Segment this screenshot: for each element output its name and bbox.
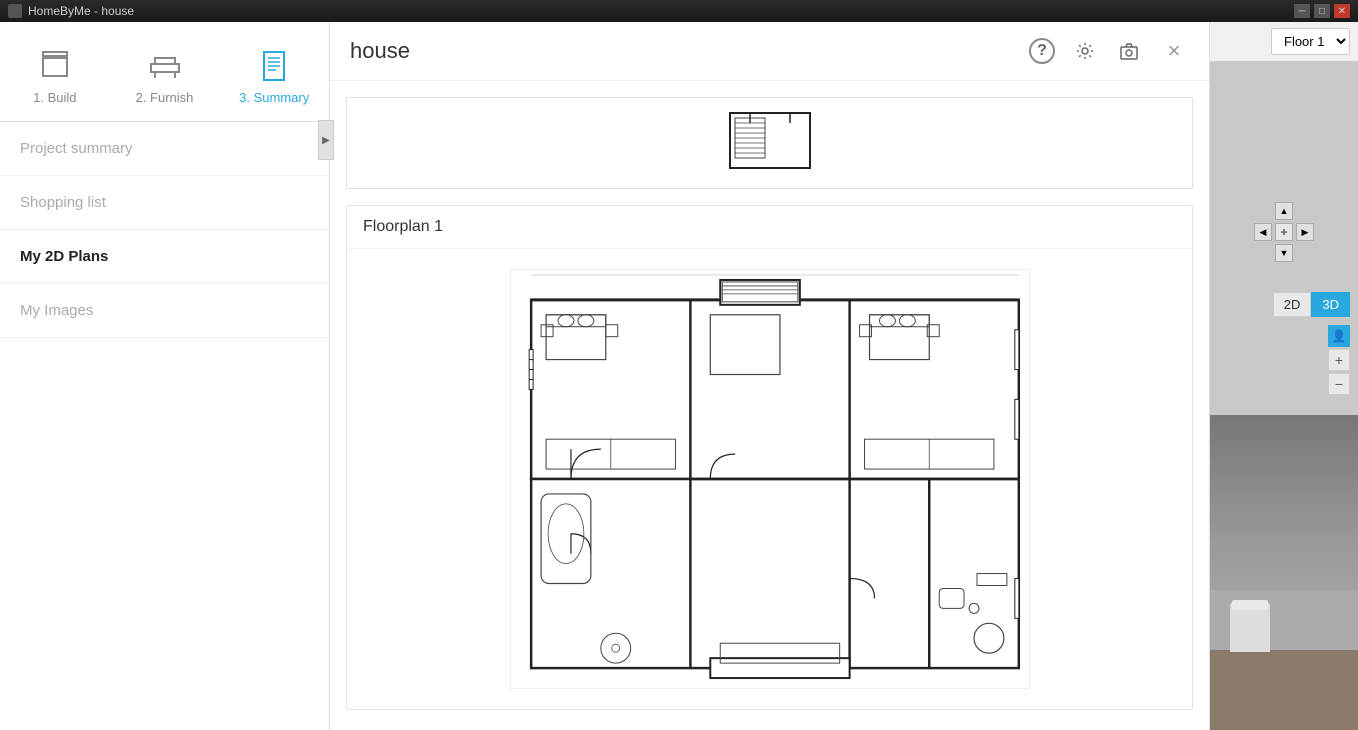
close-button[interactable]: ✕ (1334, 4, 1350, 18)
person-icon[interactable]: 👤 (1328, 325, 1350, 347)
header-icons: ? × (1029, 36, 1189, 66)
summary-icon (256, 48, 292, 84)
modal-title: house (350, 38, 410, 64)
settings-button[interactable] (1071, 37, 1099, 65)
mini-floorplan-body (347, 98, 1192, 188)
modal-header: house ? (330, 22, 1209, 81)
tab-build-label: 1. Build (33, 90, 76, 105)
tab-bar: 1. Build 2. Furnish (0, 22, 329, 122)
right-panel: Floor 1 ▲ ◀ ✛ ▶ ▼ 2D 3D 👤 (1210, 22, 1358, 730)
nav-up-button[interactable]: ▲ (1275, 202, 1293, 220)
view-3d-button[interactable]: 3D (1311, 292, 1350, 317)
zoom-controls: 👤 + − (1210, 325, 1358, 395)
tab-furnish-label: 2. Furnish (136, 90, 194, 105)
camera-button[interactable] (1115, 37, 1143, 65)
zoom-out-button[interactable]: − (1328, 373, 1350, 395)
nav-down-button[interactable]: ▼ (1275, 244, 1293, 262)
floorplan-section: Floorplan 1 (346, 205, 1193, 710)
floorplan-body (347, 249, 1192, 709)
sidebar-collapse-handle[interactable]: ▶ (318, 120, 334, 160)
main-content: house ? (330, 22, 1358, 730)
mini-floorplan (367, 108, 1172, 178)
tab-summary[interactable]: 3. Summary (219, 32, 329, 121)
sidebar-item-my-2d-plans[interactable]: My 2D Plans (0, 230, 329, 284)
modal-body: Floorplan 1 (330, 81, 1209, 730)
modal-panel: house ? (330, 22, 1210, 730)
mini-floorplan-section (346, 97, 1193, 189)
sidebar-item-shopping-list[interactable]: Shopping list (0, 176, 329, 230)
window-title: HomeByMe - house (28, 4, 1294, 18)
nav-center-button[interactable]: ✛ (1275, 223, 1293, 241)
nav-cross-container: ▲ ◀ ✛ ▶ ▼ (1210, 202, 1358, 272)
tab-build[interactable]: 1. Build (0, 32, 110, 121)
floorplan-svg-container (367, 269, 1172, 689)
toilet-tank-3d (1232, 600, 1268, 610)
build-icon (37, 48, 73, 84)
sidebar: 1. Build 2. Furnish (0, 22, 330, 730)
app-icon (8, 4, 22, 18)
floor-selector-bar: Floor 1 (1210, 22, 1358, 62)
sidebar-nav: Project summary Shopping list My 2D Plan… (0, 122, 329, 730)
zoom-in-button[interactable]: + (1328, 349, 1350, 371)
3d-view (1210, 415, 1358, 730)
my-images-section: My Images (330, 726, 1209, 730)
tab-summary-label: 3. Summary (239, 90, 309, 105)
nav-cross: ▲ ◀ ✛ ▶ ▼ (1254, 202, 1314, 262)
window-controls: ─ □ ✕ (1294, 4, 1350, 18)
floorplan-header: Floorplan 1 (347, 206, 1192, 249)
help-button[interactable]: ? (1029, 38, 1055, 64)
minimize-button[interactable]: ─ (1294, 4, 1310, 18)
nav-left-button[interactable]: ◀ (1254, 223, 1272, 241)
sidebar-item-project-summary[interactable]: Project summary (0, 122, 329, 176)
nav-right-button[interactable]: ▶ (1296, 223, 1314, 241)
modal-close-button[interactable]: × (1159, 36, 1189, 66)
title-bar: HomeByMe - house ─ □ ✕ (0, 0, 1358, 22)
maximize-button[interactable]: □ (1314, 4, 1330, 18)
view-toggle: 2D 3D (1210, 292, 1358, 317)
view-2d-button[interactable]: 2D (1273, 292, 1312, 317)
furnish-icon (147, 48, 183, 84)
sidebar-item-my-images[interactable]: My Images (0, 284, 329, 338)
3d-render-area (1210, 530, 1358, 730)
floor-3d (1210, 650, 1358, 730)
floor-select[interactable]: Floor 1 (1271, 28, 1350, 55)
tab-furnish[interactable]: 2. Furnish (110, 32, 220, 121)
